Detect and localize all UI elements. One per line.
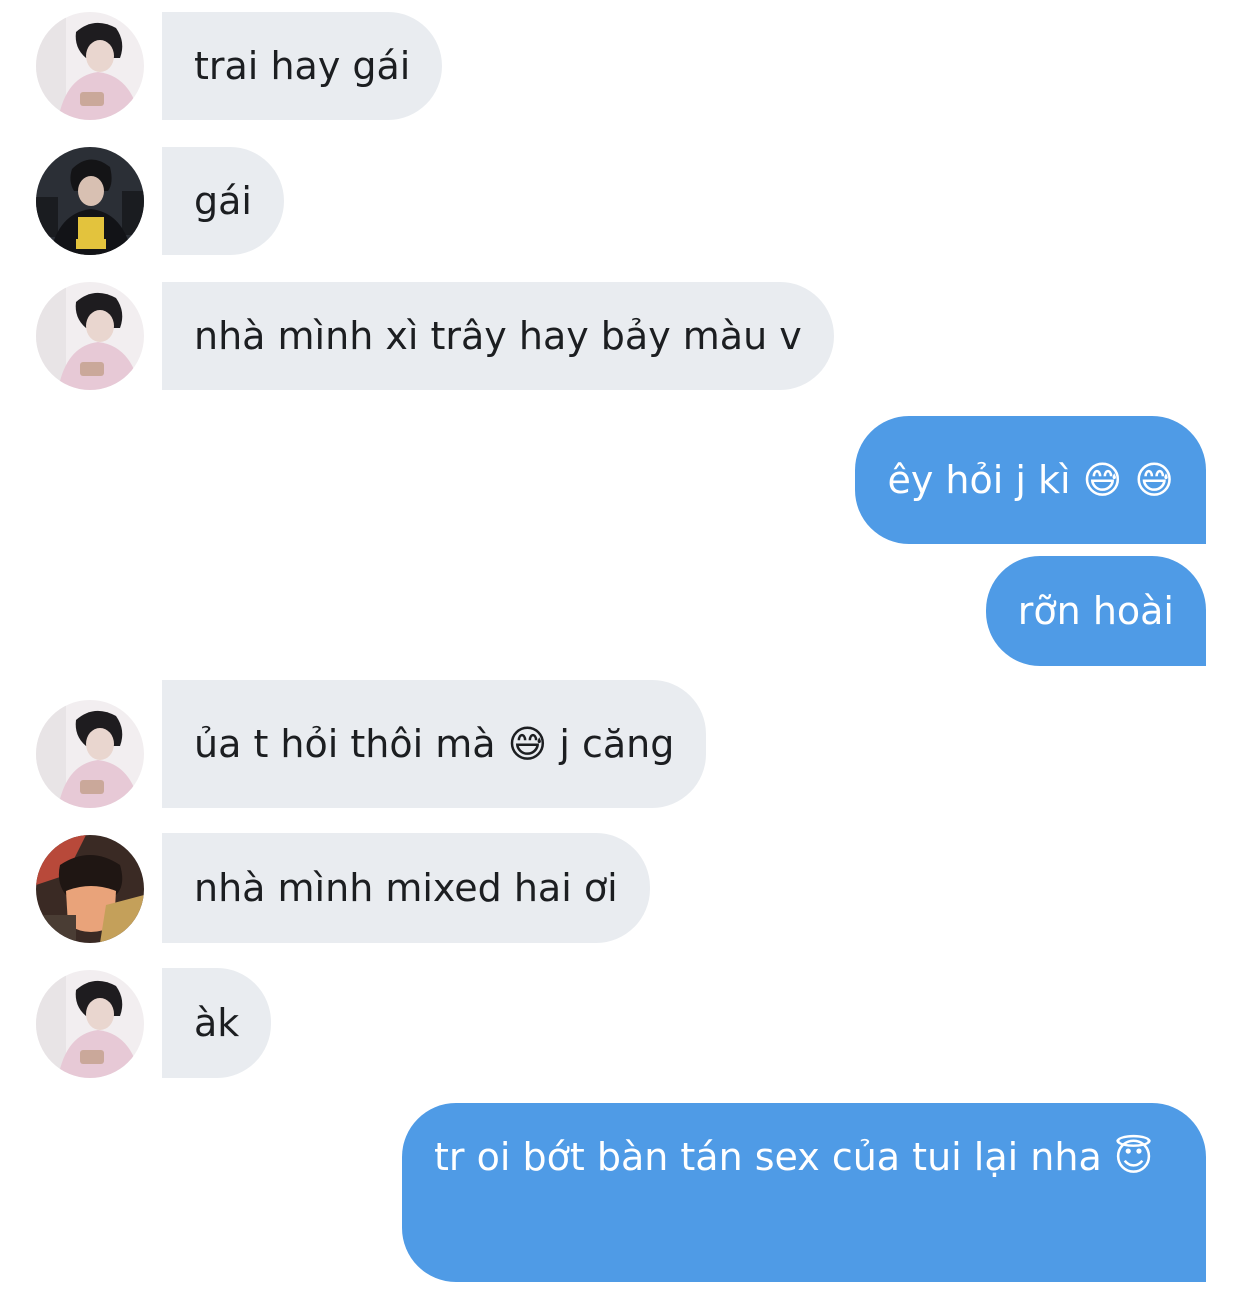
avatar[interactable] — [36, 970, 144, 1078]
message-text: rỡn hoài — [1017, 589, 1174, 633]
avatar[interactable] — [36, 700, 144, 808]
message-text: trai hay gái — [194, 44, 411, 88]
message-bubble-incoming[interactable]: trai hay gái — [162, 12, 443, 120]
message-bubble-incoming[interactable]: ủa t hỏi thôi mà 😅 j căng — [162, 680, 707, 808]
message-bubble-incoming[interactable]: nhà mình mixed hai ơi — [162, 833, 650, 943]
chat-thread: trai hay gái gái nhà mình xì trây hay bả… — [0, 0, 1242, 1303]
avatar[interactable] — [36, 147, 144, 255]
message-bubble-incoming[interactable]: àk — [162, 968, 272, 1078]
message-bubble-incoming[interactable]: nhà mình xì trây hay bảy màu v — [162, 282, 834, 390]
avatar[interactable] — [36, 835, 144, 943]
message-text: tr oi bớt bàn tán sex của tui lại nha 😇 — [434, 1135, 1154, 1179]
message-text: gái — [194, 179, 252, 223]
message-text: nhà mình xì trây hay bảy màu v — [194, 314, 802, 358]
message-text: nhà mình mixed hai ơi — [194, 866, 618, 910]
message-text: êy hỏi j kì 😅 😅 — [887, 458, 1174, 502]
message-text: ủa t hỏi thôi mà 😅 j căng — [194, 722, 675, 766]
message-bubble-outgoing[interactable]: rỡn hoài — [985, 556, 1206, 666]
avatar[interactable] — [36, 282, 144, 390]
message-bubble-outgoing[interactable]: tr oi bớt bàn tán sex của tui lại nha 😇 — [402, 1103, 1206, 1282]
avatar[interactable] — [36, 12, 144, 120]
message-bubble-outgoing[interactable]: êy hỏi j kì 😅 😅 — [855, 416, 1206, 544]
message-bubble-incoming[interactable]: gái — [162, 147, 284, 255]
message-text: àk — [194, 1001, 240, 1045]
